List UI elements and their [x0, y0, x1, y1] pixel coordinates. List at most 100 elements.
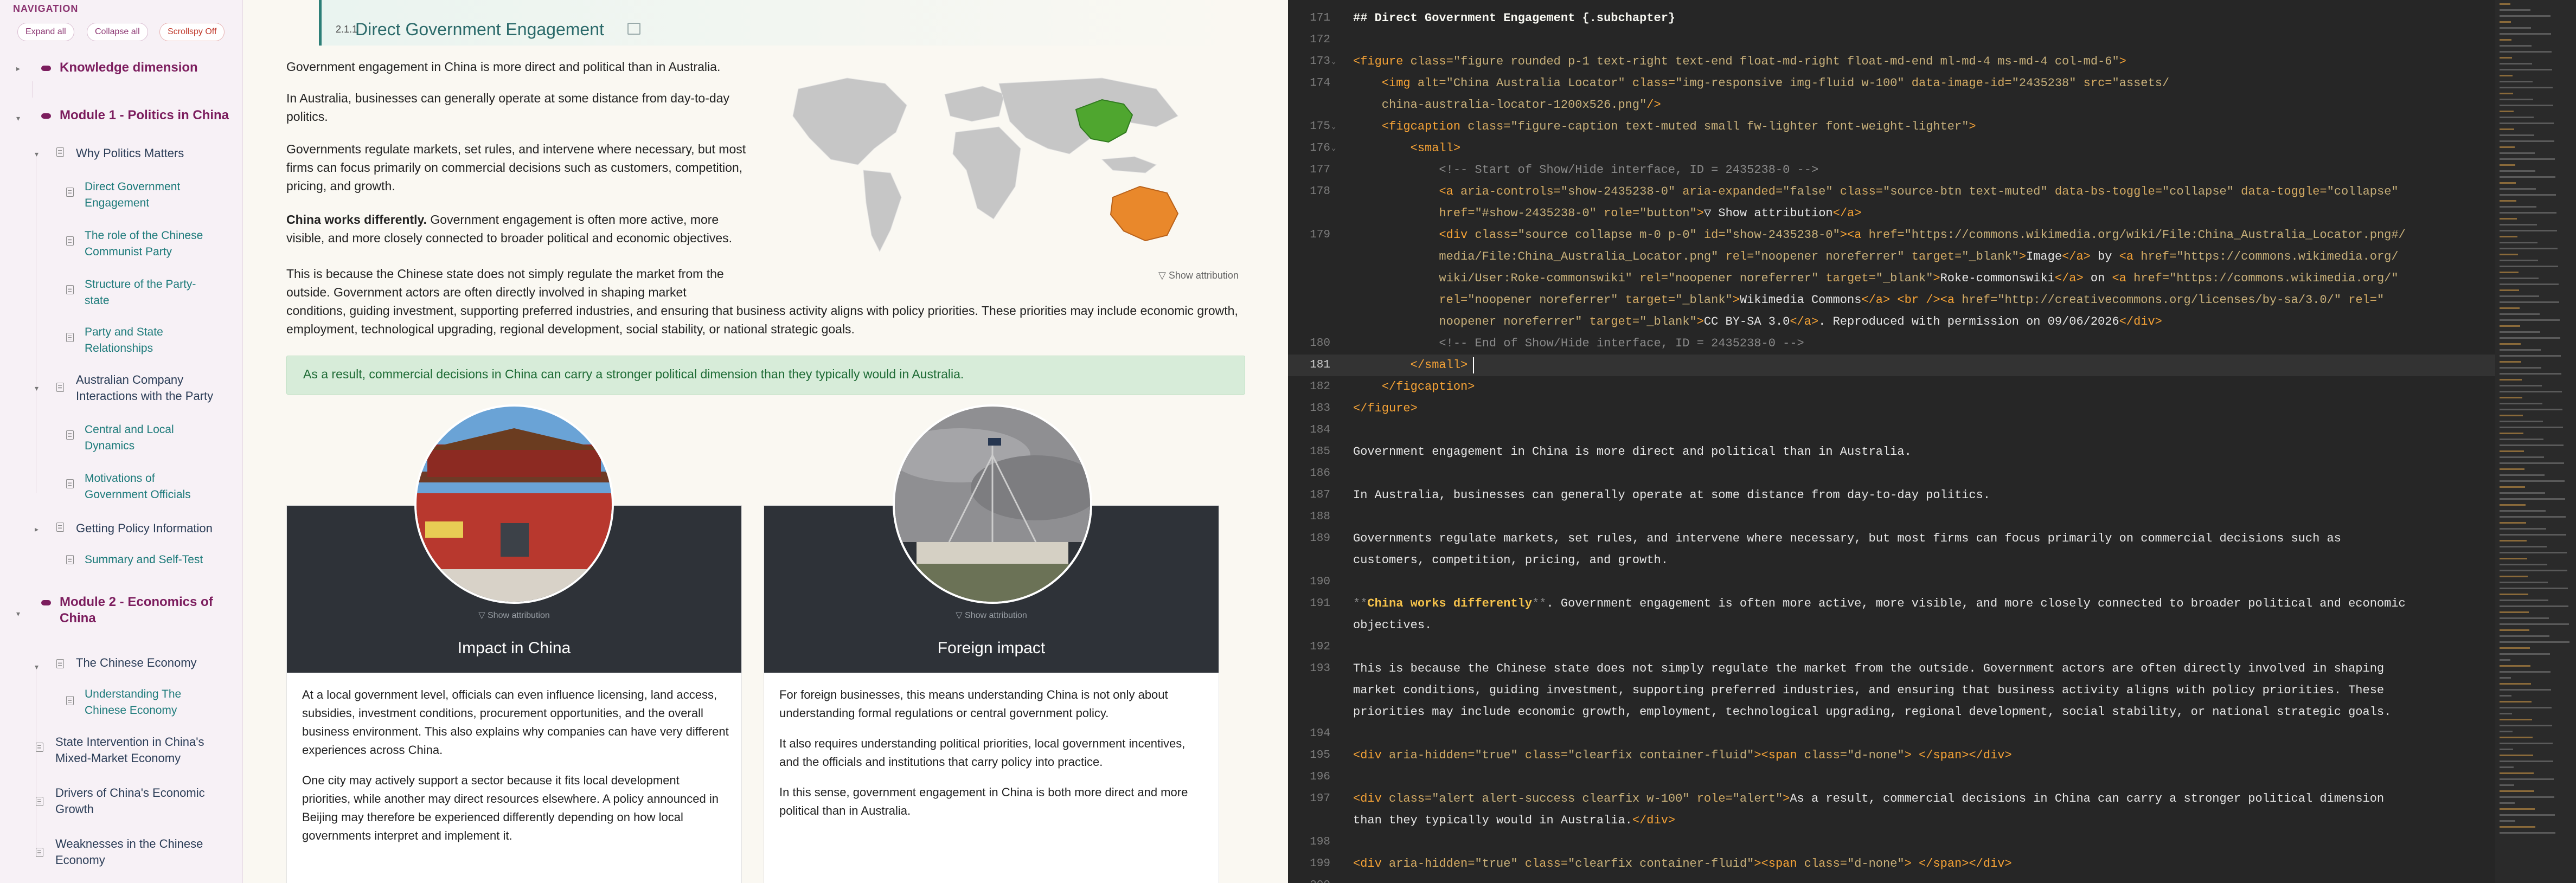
show-attribution-link[interactable]: ▽ Show attribution	[1158, 270, 1239, 281]
minimap-line	[2500, 713, 2512, 714]
sidebar-item-understanding-chinese-economy[interactable]: Understanding The Chinese Economy	[85, 686, 220, 719]
code-line[interactable]: 182 </figcaption>	[1288, 376, 2495, 398]
sidebar-item-why-politics-matters[interactable]: Why Politics Matters	[76, 145, 233, 162]
code-line[interactable]: 173 ⌄ <figure class="figure rounded p-1 te…	[1288, 51, 2495, 73]
minimap-line	[2500, 755, 2533, 756]
code-text: <!-- End of Show/Hide interface, ID = 24…	[1353, 337, 1804, 350]
paragraph: Government engagement in China is more d…	[286, 60, 721, 74]
scrollspy-toggle-button[interactable]: Scrollspy Off	[159, 23, 225, 41]
line-number: 181	[1310, 359, 1330, 371]
page-icon	[66, 430, 74, 440]
code-line[interactable]: objectives.	[1288, 615, 2495, 636]
collapse-caret-icon[interactable]: ▾	[16, 609, 20, 618]
code-line[interactable]: 198	[1288, 832, 2495, 853]
fold-toggle-icon[interactable]: ⌄	[1331, 51, 1336, 73]
collapse-caret-icon[interactable]: ▾	[35, 662, 39, 672]
minimap-line	[2500, 337, 2560, 339]
code-line[interactable]: 187 In Australia, businesses can generall…	[1288, 485, 2495, 506]
sidebar-item-knowledge-dimension[interactable]: Knowledge dimension	[41, 60, 233, 76]
code-line[interactable]: 195 <div aria-hidden="true" class="clearf…	[1288, 745, 2495, 766]
code-line[interactable]: 197 <div class="alert alert-success clear…	[1288, 788, 2495, 810]
sidebar-item-summary-self-test[interactable]: Summary and Self-Test	[85, 552, 220, 568]
sidebar-item-motivations-officials[interactable]: Motivations of Government Officials	[85, 470, 220, 503]
collapse-caret-icon[interactable]: ▾	[16, 114, 20, 123]
code-line[interactable]: wiki/User:Roke-commonswiki" rel="noopene…	[1288, 268, 2495, 289]
minimap-line	[2500, 826, 2535, 828]
code-line[interactable]: market conditions, guiding investment, s…	[1288, 680, 2495, 701]
code-line[interactable]: 193 This is because the Chinese state doe…	[1288, 658, 2495, 680]
code-line[interactable]: 175 ⌄ <figcaption class="figure-caption t…	[1288, 116, 2495, 138]
paragraph: China works differently. Government enga…	[286, 210, 753, 247]
minimap-line	[2500, 224, 2537, 225]
code-text: <div class="alert alert-success clearfix…	[1353, 792, 2385, 805]
fold-toggle-icon[interactable]: ⌄	[1331, 116, 1336, 138]
sidebar-item-getting-policy-information[interactable]: Getting Policy Information	[76, 520, 233, 537]
minimap-line	[2500, 349, 2541, 351]
code-line[interactable]: 191 **China works differently**. Governme…	[1288, 593, 2495, 615]
editor-minimap[interactable]	[2495, 0, 2576, 883]
sidebar-item-party-state-relationships[interactable]: Party and State Relationships	[85, 324, 220, 357]
sidebar-item-module-2[interactable]: Module 2 - Economics of China	[41, 594, 222, 627]
code-line[interactable]: 188	[1288, 506, 2495, 528]
show-attribution-link[interactable]: ▽ Show attribution	[764, 610, 1219, 621]
code-line[interactable]: noopener noreferrer" target="_blank">CC …	[1288, 311, 2495, 333]
line-number: 171	[1310, 12, 1330, 24]
show-attribution-link[interactable]: ▽ Show attribution	[287, 610, 741, 621]
collapse-caret-icon[interactable]: ▾	[35, 150, 39, 159]
sidebar-item-central-local-dynamics[interactable]: Central and Local Dynamics	[85, 422, 220, 454]
code-line[interactable]: 199 <div aria-hidden="true" class="clearf…	[1288, 853, 2495, 875]
minimap-line	[2500, 373, 2561, 375]
sidebar-item-module-1[interactable]: Module 1 - Politics in China	[41, 107, 233, 124]
code-line[interactable]: 200	[1288, 875, 2495, 883]
code-line[interactable]: href="#show-2435238-0" role="button">▽ S…	[1288, 203, 2495, 224]
code-editor[interactable]: 171 ## Direct Government Engagement {.sub…	[1288, 0, 2576, 883]
sidebar-item-direct-government-engagement[interactable]: Direct Government Engagement	[85, 179, 220, 211]
line-number: 194	[1310, 727, 1330, 740]
code-line[interactable]: priorities may include economic growth, …	[1288, 701, 2495, 723]
code-line[interactable]: 183 </figure>	[1288, 398, 2495, 420]
sidebar-item-weaknesses-economy[interactable]: Weaknesses in the Chinese Economy	[55, 836, 229, 868]
code-line[interactable]: 179 <div class="source collapse m-0 p-0"…	[1288, 224, 2495, 246]
sidebar-item-role-of-ccp[interactable]: The role of the Chinese Communist Party	[85, 228, 220, 260]
code-line[interactable]: 172	[1288, 29, 2495, 51]
code-line[interactable]: 174 <img alt="China Australia Locator" c…	[1288, 73, 2495, 94]
sidebar-item-state-intervention[interactable]: State Intervention in China's Mixed-Mark…	[55, 734, 229, 766]
minimap-line	[2500, 659, 2510, 661]
expand-caret-icon[interactable]: ▸	[35, 525, 39, 534]
fold-toggle-icon[interactable]: ⌄	[1331, 138, 1336, 159]
expand-caret-icon[interactable]: ▸	[16, 64, 20, 73]
sidebar-item-drivers-growth[interactable]: Drivers of China's Economic Growth	[55, 785, 229, 817]
code-line[interactable]: china-australia-locator-1200x526.png"/>	[1288, 94, 2495, 116]
minimap-line	[2500, 600, 2548, 601]
minimap-line	[2500, 588, 2568, 589]
code-line[interactable]: rel="noopener noreferrer" target="_blank…	[1288, 289, 2495, 311]
minimap-line	[2500, 653, 2550, 655]
sidebar-item-structure-party-state[interactable]: Structure of the Party-state	[85, 276, 220, 309]
code-line[interactable]: 185 Government engagement in China is mor…	[1288, 441, 2495, 463]
module-dot-icon	[41, 113, 51, 119]
sidebar-item-chinese-economy[interactable]: The Chinese Economy	[76, 655, 233, 671]
code-line[interactable]: 171 ## Direct Government Engagement {.sub…	[1288, 8, 2495, 29]
collapse-caret-icon[interactable]: ▾	[35, 384, 39, 393]
code-text: <div aria-hidden="true" class="clearfix …	[1353, 749, 2012, 762]
code-line[interactable]: 192	[1288, 636, 2495, 658]
sidebar-item-australian-company-interactions[interactable]: Australian Company Interactions with the…	[76, 372, 233, 404]
code-line[interactable]: media/File:China_Australia_Locator.png" …	[1288, 246, 2495, 268]
code-line[interactable]: 184	[1288, 420, 2495, 441]
code-line[interactable]: 181 </small>	[1288, 355, 2495, 376]
collapse-all-button[interactable]: Collapse all	[87, 23, 148, 41]
code-line[interactable]: 180 <!-- End of Show/Hide interface, ID …	[1288, 333, 2495, 355]
code-line[interactable]: than they typically would in Australia.<…	[1288, 810, 2495, 832]
code-line[interactable]: 189 Governments regulate markets, set rul…	[1288, 528, 2495, 550]
minimap-line	[2500, 230, 2557, 231]
code-line[interactable]: 190	[1288, 571, 2495, 593]
code-line[interactable]: 176 ⌄ <small>	[1288, 138, 2495, 159]
code-line[interactable]: 186	[1288, 463, 2495, 485]
code-line[interactable]: 196	[1288, 766, 2495, 788]
expand-all-button[interactable]: Expand all	[17, 23, 74, 41]
book-icon[interactable]	[627, 23, 640, 35]
code-line[interactable]: 194	[1288, 723, 2495, 745]
code-line[interactable]: customers, competition, pricing, and gro…	[1288, 550, 2495, 571]
code-line[interactable]: 177 <!-- Start of Show/Hide interface, I…	[1288, 159, 2495, 181]
code-line[interactable]: 178 <a aria-controls="show-2435238-0" ar…	[1288, 181, 2495, 203]
